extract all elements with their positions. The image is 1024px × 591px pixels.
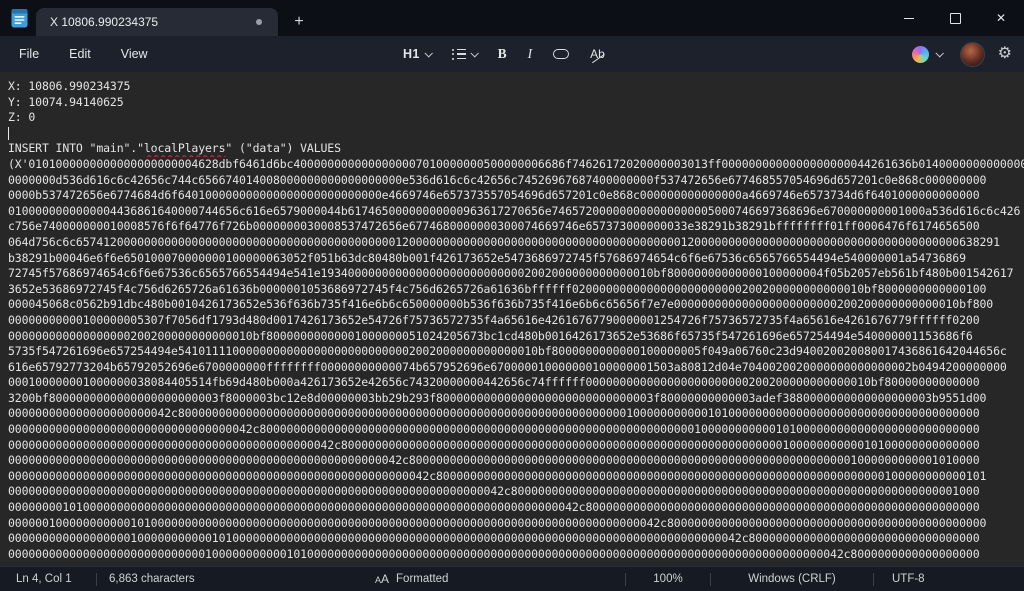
link-icon — [553, 49, 569, 59]
editor-line: 0000000d536d616c6c42656c744c656674014008… — [8, 173, 1024, 189]
editor-line — [8, 126, 1024, 142]
editor-line: 0100000000000004436861640000744656c616e6… — [8, 204, 1024, 220]
unsaved-dot-icon — [256, 19, 262, 25]
editor-line: 0000000000000000000000000000000000000000… — [8, 438, 1024, 454]
list-dropdown[interactable] — [445, 44, 484, 65]
editor-line: 3200bf8000000000000000000000003f8000003b… — [8, 391, 1024, 407]
editor-line: 000045068c0562b91dbc480b0010426173652e53… — [8, 297, 1024, 313]
notepad-app-icon — [11, 8, 28, 28]
editor-line: 3652e53686972745f4c756d6265726a61636b000… — [8, 282, 1024, 298]
format-toolbar: H1 B I Ab — [396, 36, 612, 72]
maximize-button[interactable] — [932, 0, 978, 36]
menu-toolbar: File Edit View H1 B I — [0, 36, 1024, 72]
editor-line: Z: 0 — [8, 110, 1024, 126]
chevron-down-icon — [935, 49, 943, 57]
editor-line: 0000000000000000000000000000000000000000… — [8, 453, 1024, 469]
editor-line: 0000001000000000001010000000000000000000… — [8, 516, 1024, 532]
minimize-icon — [904, 18, 914, 19]
editor-line: 0000000000000000001000000000001010000000… — [8, 531, 1024, 547]
editor-line: 064d756c6c657412000000000000000000000000… — [8, 235, 1024, 251]
line-ending[interactable]: Windows (CRLF) — [711, 573, 873, 585]
editor-line: INSERT INTO "main"."localPlayers" ("data… — [8, 141, 1024, 157]
editor-line: 0000000000000000000000000000010000000000… — [8, 547, 1024, 563]
editor-line: 0000000000000000000000000000000000000000… — [8, 484, 1024, 500]
statusbar-right: 100% Windows (CRLF) UTF-8 — [625, 567, 1024, 591]
editor-line: 5735f547261696e657254494e541011110000000… — [8, 344, 1024, 360]
menu-bar: File Edit View — [0, 41, 159, 67]
clear-formatting-button[interactable]: Ab — [583, 42, 612, 66]
settings-button[interactable]: ⚙ — [998, 45, 1012, 63]
chevron-down-icon — [424, 49, 432, 57]
editor-line: 000100000001000000038084405514fb69d480b0… — [8, 375, 1024, 391]
notepad-window: X 10806.990234375 + ✕ File Edit View H1 — [0, 0, 1024, 591]
maximize-icon — [950, 13, 961, 24]
zoom-level[interactable]: 100% — [626, 573, 710, 585]
spellcheck-squiggle: localPlayers — [144, 141, 226, 155]
copilot-icon — [912, 46, 929, 63]
character-count: 6,863 characters — [97, 573, 279, 585]
document-tab[interactable]: X 10806.990234375 — [36, 8, 278, 36]
hyperlink-button[interactable] — [546, 44, 576, 64]
editor-line: Y: 10074.94140625 — [8, 95, 1024, 111]
editor-line: (X'0101000000000000000000004628dbf6461d6… — [8, 157, 1024, 173]
chevron-down-icon — [470, 49, 478, 57]
bold-button[interactable]: B — [491, 41, 514, 67]
formatted-label: Formatted — [396, 573, 448, 585]
menu-file[interactable]: File — [8, 41, 50, 67]
encoding[interactable]: UTF-8 — [874, 573, 1024, 585]
italic-icon: I — [528, 46, 533, 62]
title-bar: X 10806.990234375 + ✕ — [0, 0, 1024, 36]
editor-line: 72745f57686974654c6f6e67536c656576655449… — [8, 266, 1024, 282]
menu-edit[interactable]: Edit — [58, 41, 102, 67]
formatted-indicator[interactable]: AA Formatted — [375, 572, 448, 586]
clear-formatting-icon: Ab — [590, 47, 605, 61]
cursor-position: Ln 4, Col 1 — [0, 573, 96, 585]
heading-dropdown[interactable]: H1 — [396, 42, 438, 66]
plus-icon: + — [294, 13, 303, 31]
close-button[interactable]: ✕ — [978, 0, 1024, 36]
editor-line: c756e740000000010008576f6f64776f726b0000… — [8, 219, 1024, 235]
toolbar-right: ⚙ — [907, 36, 1012, 72]
tab-title: X 10806.990234375 — [50, 15, 256, 29]
menu-view[interactable]: View — [110, 41, 159, 67]
editor-line: 616e65792773204b65792052696e6700000000ff… — [8, 360, 1024, 376]
bullet-list-icon — [452, 49, 466, 60]
editor-line: b38291b00046e6f6e65010007000000010000006… — [8, 251, 1024, 267]
status-bar: Ln 4, Col 1 6,863 characters AA Formatte… — [0, 566, 1024, 591]
close-icon: ✕ — [996, 12, 1006, 24]
heading-label: H1 — [403, 47, 420, 61]
editor-line: 0000000010100000000000000000000000000000… — [8, 500, 1024, 516]
editor-line: 000000000000000000000000000000000042c800… — [8, 422, 1024, 438]
text-cursor — [8, 127, 9, 140]
editor[interactable]: X: 10806.990234375Y: 10074.94140625Z: 0 I… — [0, 72, 1024, 566]
italic-button[interactable]: I — [521, 41, 540, 67]
gear-icon: ⚙ — [998, 45, 1012, 62]
editor-line: 000000000000000000000042c800000000000000… — [8, 406, 1024, 422]
editor-line: 0000000000000000000000000000000000000000… — [8, 469, 1024, 485]
editor-line: 00000000000100000005307f7056df1793d480d0… — [8, 313, 1024, 329]
minimize-button[interactable] — [886, 0, 932, 36]
editor-line: X: 10806.990234375 — [8, 79, 1024, 95]
editor-line: 000000000000000000200200000000000010bf80… — [8, 329, 1024, 345]
new-tab-button[interactable]: + — [284, 9, 314, 35]
text-format-icon: AA — [375, 572, 389, 586]
account-avatar[interactable] — [960, 42, 985, 67]
bold-icon: B — [498, 46, 507, 62]
editor-line: 0000b537472656e6774684d6f640100000000000… — [8, 188, 1024, 204]
copilot-button[interactable] — [907, 42, 947, 67]
